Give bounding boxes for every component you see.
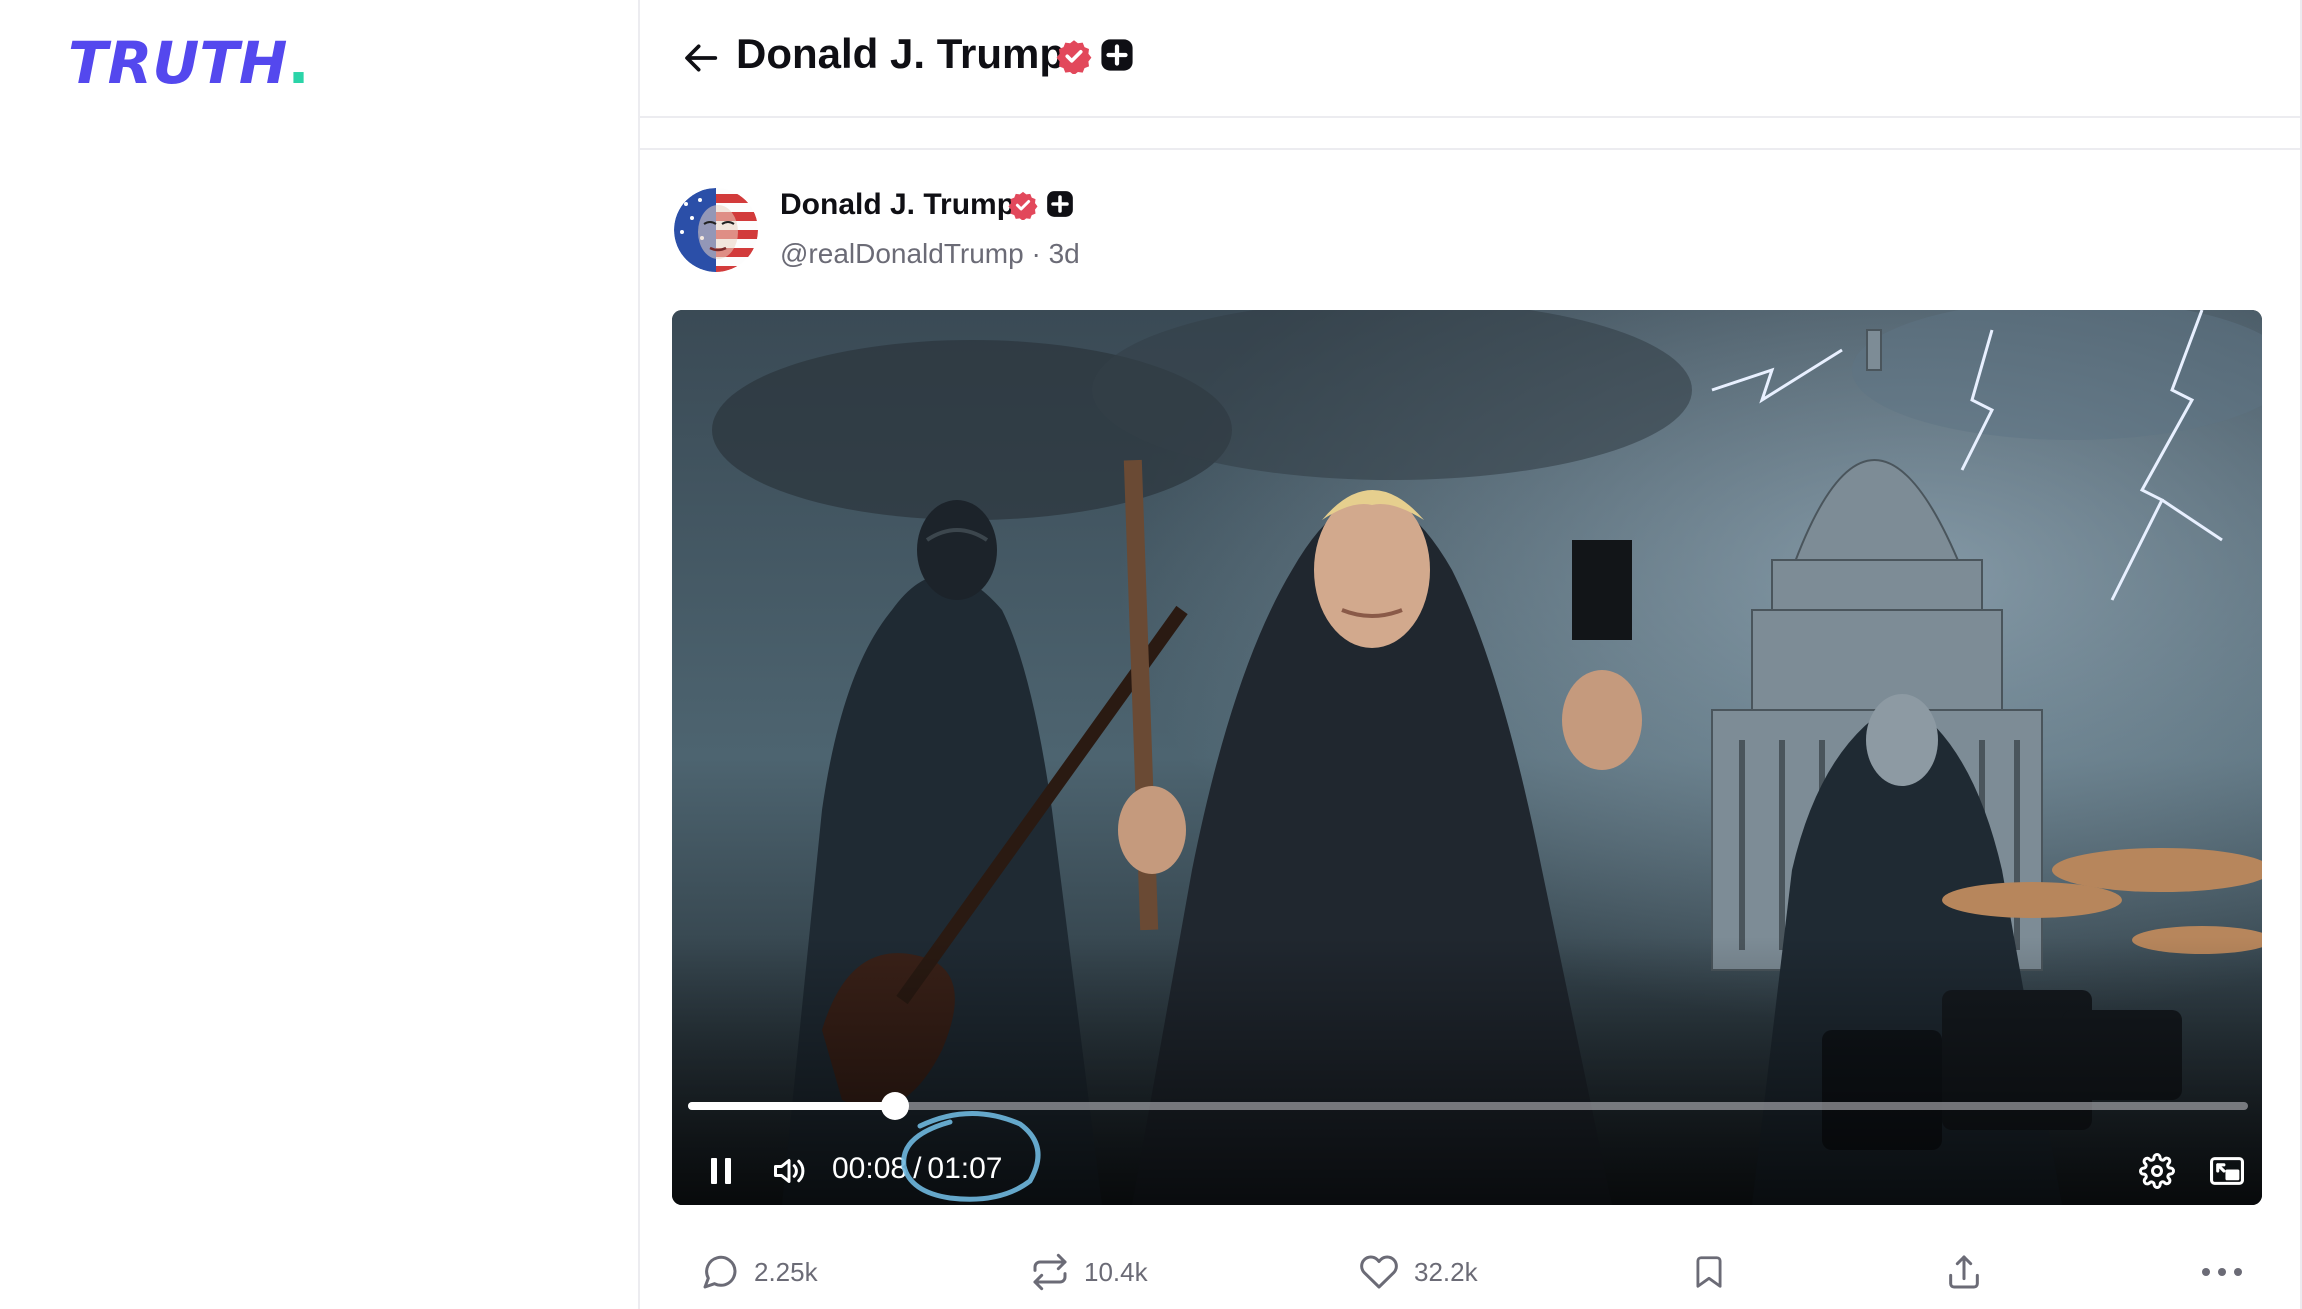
author-badges (1008, 190, 1074, 220)
volume-button[interactable] (766, 1148, 812, 1194)
reply-button[interactable]: 2.25k (700, 1244, 818, 1300)
logo-dot: . (287, 29, 310, 97)
header-bar: Donald J. Trump (640, 0, 2300, 118)
truth-logo[interactable]: TRUTH. (68, 34, 309, 92)
settings-button[interactable] (2132, 1148, 2182, 1194)
reply-count: 2.25k (754, 1256, 818, 1287)
logo-text: TRUTH (68, 29, 288, 97)
pause-icon (711, 1158, 731, 1184)
arrow-left-icon (685, 44, 718, 72)
verified-badge-icon (1056, 40, 1092, 74)
author-name[interactable]: Donald J. Trump (780, 188, 1015, 222)
verified-badge-icon (1008, 191, 1038, 220)
handle-separator: · (1031, 238, 1041, 269)
settings-icon (2139, 1153, 2175, 1189)
like-button[interactable]: 32.2k (1358, 1244, 1478, 1300)
video-frame-image (672, 310, 2262, 1205)
pause-button[interactable] (698, 1148, 744, 1194)
author-handle[interactable]: @realDonaldTrump (780, 238, 1024, 269)
like-count: 32.2k (1414, 1256, 1478, 1287)
repost-icon (1033, 1253, 1067, 1291)
divider (640, 148, 2300, 150)
video-progress-fill (688, 1102, 896, 1110)
share-button[interactable] (1944, 1244, 1984, 1300)
back-button[interactable] (676, 32, 728, 84)
author-avatar[interactable] (674, 188, 758, 272)
annotation-circle (901, 1111, 1041, 1202)
bookmark-icon (1696, 1256, 1722, 1288)
repost-count: 10.4k (1084, 1256, 1148, 1287)
post-time[interactable]: 3d (1049, 238, 1080, 269)
header-badges (1056, 38, 1134, 74)
more-options-button[interactable] (2200, 1244, 2244, 1300)
page-title: Donald J. Trump (736, 30, 1066, 77)
repost-button[interactable]: 10.4k (1030, 1244, 1148, 1300)
volume-icon (774, 1159, 805, 1183)
author-handle-line: @realDonaldTrump · 3d (780, 238, 1080, 270)
bookmark-button[interactable] (1690, 1244, 1728, 1300)
share-icon (1949, 1255, 1979, 1289)
plus-badge-icon (1047, 191, 1073, 217)
main-column: Donald J. Trump Donald J. Trump @realDon… (638, 0, 2302, 1309)
post-actions: 2.25k 10.4k 32.2k (640, 1244, 2300, 1300)
heart-icon (1360, 1255, 1398, 1289)
avatar-image (674, 188, 758, 272)
picture-in-picture-button[interactable] (2202, 1148, 2252, 1194)
comment-icon (703, 1255, 737, 1289)
picture-in-picture-icon (2210, 1157, 2244, 1185)
plus-badge-icon (1101, 39, 1133, 71)
more-icon (2202, 1268, 2242, 1276)
video-player[interactable]: 00:08 / 01:07 (672, 310, 2262, 1205)
